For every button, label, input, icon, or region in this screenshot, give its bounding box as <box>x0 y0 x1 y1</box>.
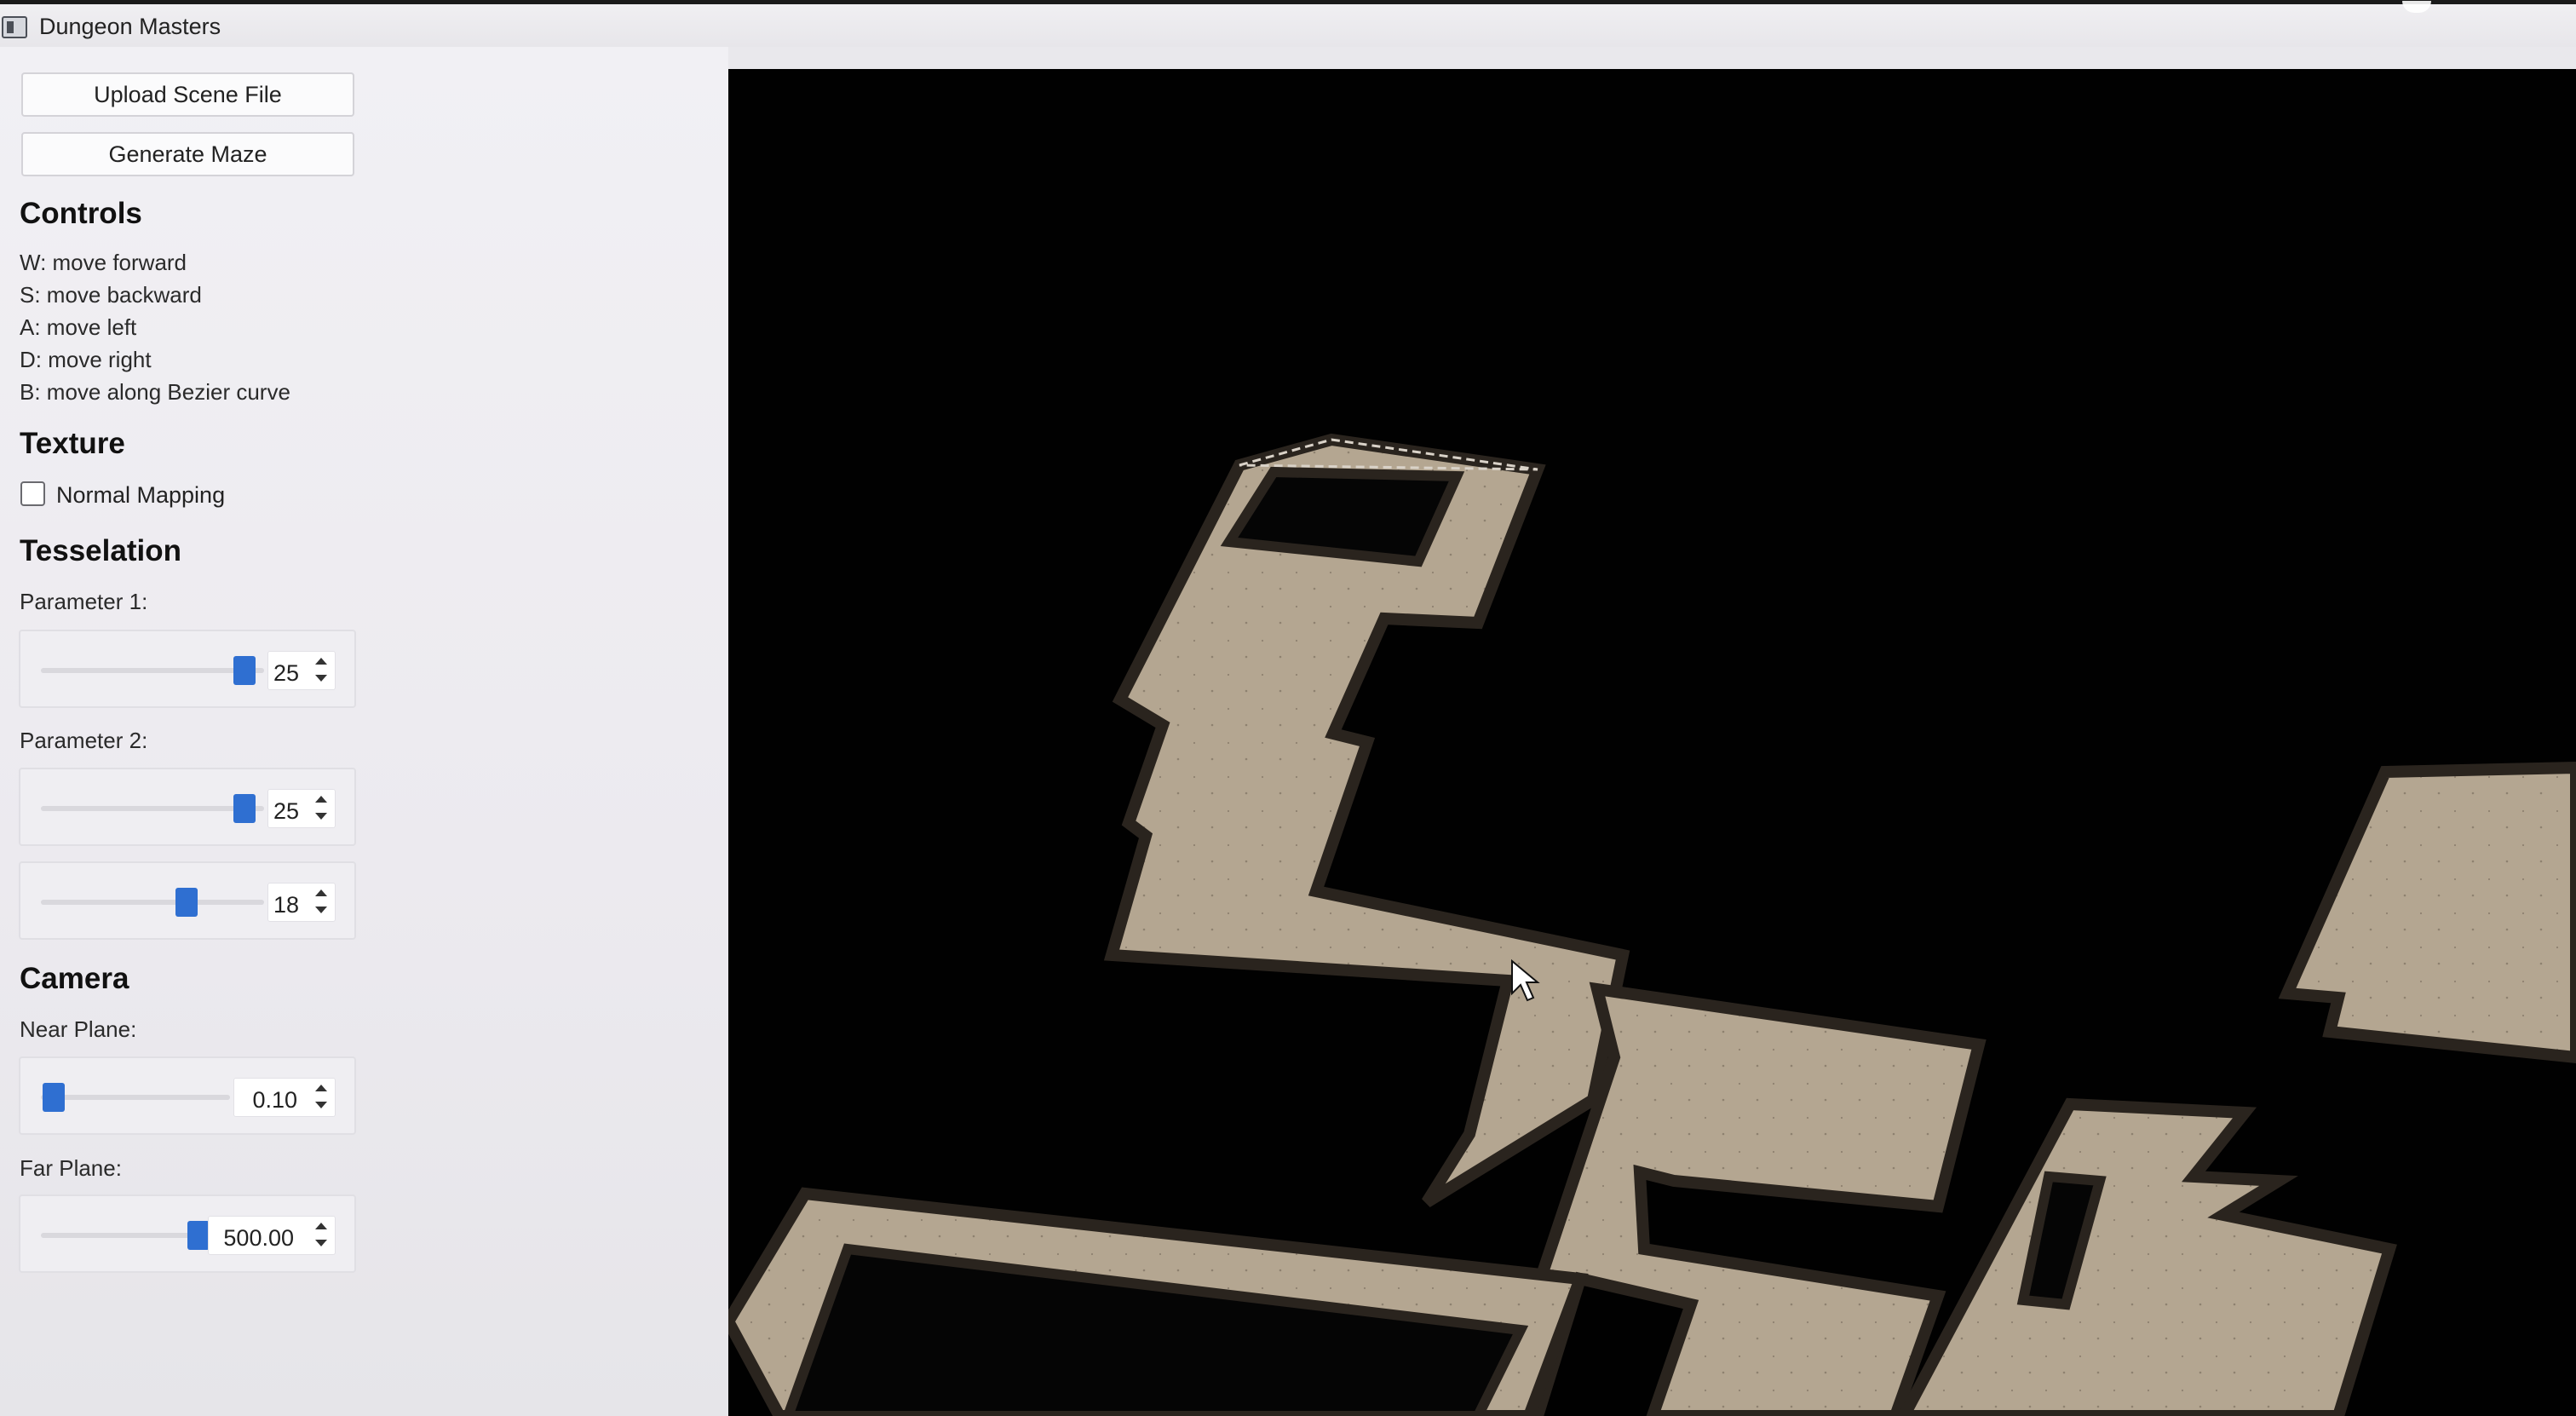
far-plane-value[interactable]: 500.00 <box>212 1225 294 1252</box>
spin-up-icon[interactable] <box>315 658 327 665</box>
parameter-2-slider-thumb[interactable] <box>233 794 256 823</box>
parameter-1-spinbox[interactable]: 25 <box>267 651 336 690</box>
parameter-1-control: 25 <box>19 630 356 708</box>
control-line-s: S: move backward <box>20 282 202 308</box>
spin-down-icon[interactable] <box>315 1102 327 1108</box>
parameter-3-value[interactable]: 18 <box>273 892 299 918</box>
control-line-w: W: move forward <box>20 250 187 275</box>
app-window-icon <box>2 16 27 38</box>
parameter-1-spin-arrows[interactable] <box>310 654 332 687</box>
spin-down-icon[interactable] <box>315 675 327 682</box>
near-plane-spin-arrows[interactable] <box>310 1081 332 1114</box>
spin-down-icon[interactable] <box>315 813 327 820</box>
title-bar: Dungeon Masters <box>0 1 2576 47</box>
far-plane-label: Far Plane: <box>20 1155 122 1181</box>
generate-maze-button[interactable]: Generate Maze <box>21 132 354 176</box>
far-plane-slider-thumb[interactable] <box>187 1221 210 1250</box>
far-plane-spinbox[interactable]: 500.00 <box>208 1216 336 1255</box>
texture-heading: Texture <box>20 427 125 460</box>
spin-down-icon[interactable] <box>315 907 327 913</box>
camera-heading: Camera <box>20 962 129 995</box>
control-line-b: B: move along Bezier curve <box>20 379 290 405</box>
parameter-1-slider-thumb[interactable] <box>233 656 256 685</box>
near-plane-control: 0.10 <box>19 1056 356 1135</box>
parameter-3-slider-thumb[interactable] <box>175 888 198 917</box>
near-plane-spinbox[interactable]: 0.10 <box>233 1078 336 1117</box>
spin-up-icon[interactable] <box>315 1085 327 1091</box>
parameter-3-spinbox[interactable]: 18 <box>267 883 336 922</box>
parameter-3-control: 18 <box>19 861 356 940</box>
parameter-1-label: Parameter 1: <box>20 589 148 614</box>
maze-inner-void-1 <box>1220 466 1465 567</box>
overlay-glyph-icon <box>2402 1 2431 13</box>
parameter-2-label: Parameter 2: <box>20 728 148 753</box>
parameter-2-slider-track[interactable] <box>41 806 264 811</box>
tesselation-heading: Tesselation <box>20 534 181 567</box>
spin-up-icon[interactable] <box>315 1223 327 1229</box>
parameter-3-spin-arrows[interactable] <box>310 886 332 918</box>
parameter-1-slider-track[interactable] <box>41 668 264 673</box>
far-plane-control: 500.00 <box>19 1194 356 1273</box>
window-title: Dungeon Masters <box>39 14 221 39</box>
control-line-d: D: move right <box>20 347 152 372</box>
normal-mapping-label[interactable]: Normal Mapping <box>56 482 225 509</box>
3d-viewport[interactable] <box>728 69 2576 1416</box>
spin-up-icon[interactable] <box>315 889 327 896</box>
near-plane-slider-track[interactable] <box>41 1095 230 1100</box>
control-line-a: A: move left <box>20 314 137 340</box>
near-plane-label: Near Plane: <box>20 1016 137 1042</box>
parameter-2-spinbox[interactable]: 25 <box>267 789 336 828</box>
parameter-3-slider-track[interactable] <box>41 900 264 905</box>
maze-render <box>728 433 2576 1416</box>
upload-scene-button[interactable]: Upload Scene File <box>21 72 354 117</box>
spin-up-icon[interactable] <box>315 796 327 803</box>
spin-down-icon[interactable] <box>315 1240 327 1246</box>
maze-floor-region-3 <box>1897 1097 2397 1416</box>
parameter-2-value[interactable]: 25 <box>273 798 299 825</box>
near-plane-slider-thumb[interactable] <box>43 1083 65 1112</box>
parameter-1-value[interactable]: 25 <box>273 660 299 687</box>
control-panel: Upload Scene File Generate Maze Controls… <box>0 47 728 1416</box>
near-plane-value[interactable]: 0.10 <box>239 1087 297 1114</box>
controls-heading: Controls <box>20 197 142 230</box>
far-plane-spin-arrows[interactable] <box>310 1219 332 1252</box>
normal-mapping-checkbox[interactable] <box>20 481 45 506</box>
maze-floor-region-4 <box>2278 761 2576 1064</box>
parameter-2-spin-arrows[interactable] <box>310 792 332 825</box>
parameter-2-control: 25 <box>19 768 356 846</box>
